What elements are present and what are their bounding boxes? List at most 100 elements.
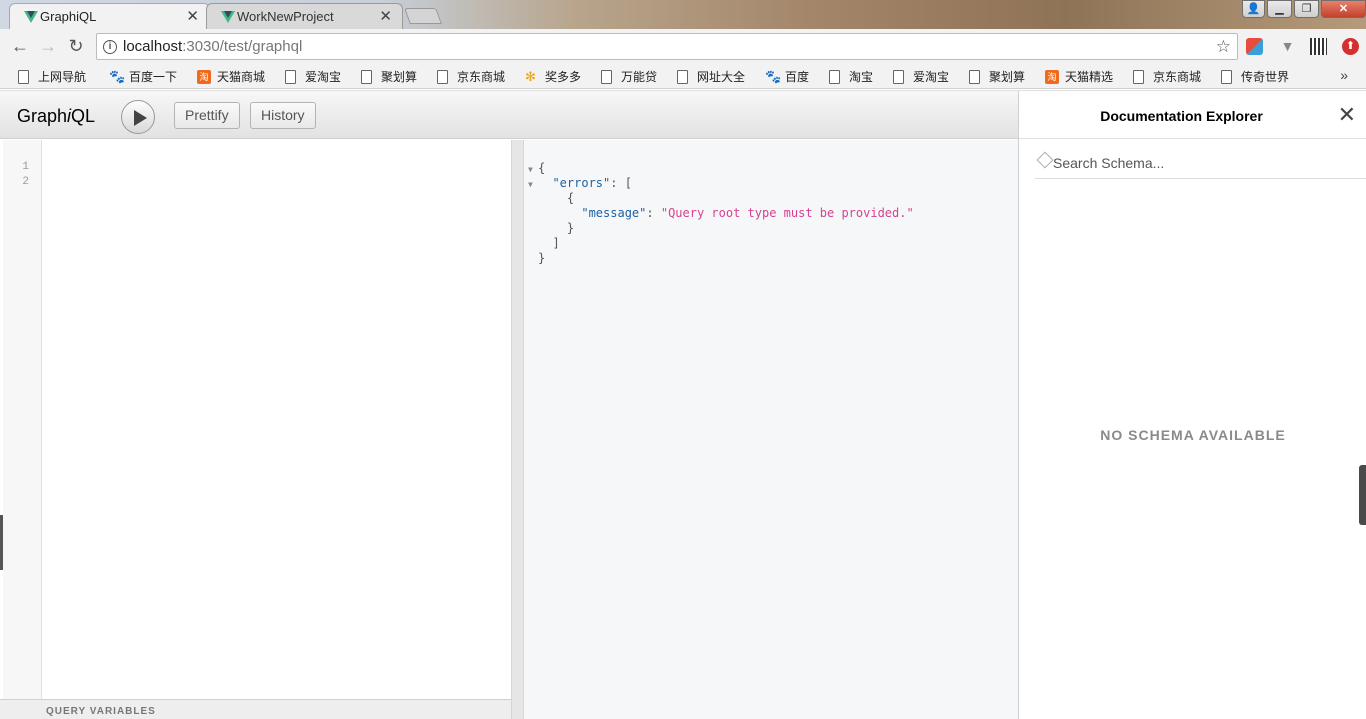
qr-code-icon[interactable] <box>1310 38 1327 55</box>
result-line: { <box>528 191 574 206</box>
bookmark-item[interactable]: 爱淘宝 <box>891 68 949 86</box>
vue-logo-icon <box>221 11 235 23</box>
bookmark-label: 聚划算 <box>989 70 1026 84</box>
browser-toolbar: ← → ↻ i localhost:3030/test/graphql ☆ ▼ … <box>0 29 1366 64</box>
bookmark-item[interactable]: 🐾 百度 <box>763 68 809 86</box>
baidu-paw-icon: 🐾 <box>109 69 126 84</box>
play-icon <box>134 110 147 126</box>
bookmark-item[interactable]: 万能贷 <box>599 68 657 86</box>
close-icon[interactable]: ✕ <box>1338 104 1356 126</box>
taobao-icon: 淘 <box>1045 70 1059 84</box>
bookmark-label: 爱淘宝 <box>913 70 950 84</box>
forward-arrow-icon[interactable]: → <box>36 35 60 59</box>
page-icon <box>969 70 980 84</box>
search-icon <box>1036 151 1054 169</box>
minimize-button[interactable]: ▁ <box>1267 0 1292 18</box>
chevron-double-right-icon[interactable]: » <box>1340 67 1348 83</box>
fold-arrow-icon[interactable]: ▼ <box>528 177 538 192</box>
user-icon[interactable]: 👤 <box>1242 0 1265 18</box>
extension-colorful-icon[interactable] <box>1246 38 1263 55</box>
extension-v-icon[interactable]: ▼ <box>1279 38 1296 55</box>
editor-resize-handle[interactable] <box>511 140 524 719</box>
back-arrow-icon[interactable]: ← <box>8 35 32 59</box>
tab-title: WorkNewProject <box>237 9 334 24</box>
fold-arrow-icon[interactable]: ▼ <box>528 162 538 177</box>
bookmark-label: 天猫商城 <box>217 70 266 84</box>
json-punct: [ <box>624 176 632 190</box>
json-punct: { <box>538 161 546 175</box>
search-schema-input[interactable] <box>1053 149 1353 177</box>
bookmark-item[interactable]: 聚划算 <box>967 68 1025 86</box>
result-line: } <box>528 221 574 236</box>
new-tab-button[interactable] <box>404 8 442 24</box>
result-line: ▼ "errors": [ <box>528 176 632 192</box>
bookmark-item[interactable]: 京东商城 <box>1131 68 1201 86</box>
tab-worknewproject[interactable]: WorkNewProject ✕ <box>206 3 403 29</box>
result-line: ] <box>528 236 559 251</box>
result-viewer: ▼{ ▼ "errors": [ { "message": "Query roo… <box>524 140 1018 719</box>
baidu-paw-icon: 🐾 <box>765 69 782 84</box>
bookmark-item[interactable]: 网址大全 <box>675 68 745 86</box>
bookmark-label: 天猫精选 <box>1065 70 1114 84</box>
bookmark-label: 淘宝 <box>849 70 874 84</box>
graphiql-topbar: GraphiQL Prettify History <box>0 91 1018 139</box>
line-number-gutter: 1 2 <box>3 140 42 700</box>
history-button[interactable]: History <box>250 102 316 129</box>
bookmark-item[interactable]: 京东商城 <box>435 68 505 86</box>
scroll-handle[interactable] <box>1359 465 1366 525</box>
maximize-button[interactable]: ❐ <box>1294 0 1319 18</box>
window-controls: 👤 ▁ ❐ ✕ <box>1242 0 1366 19</box>
bookmark-label: 京东商城 <box>457 70 506 84</box>
page-icon <box>677 70 688 84</box>
documentation-explorer: Documentation Explorer ✕ NO SCHEMA AVAIL… <box>1018 91 1366 719</box>
address-bar[interactable]: i localhost:3030/test/graphql ☆ <box>96 33 1238 60</box>
bookmark-item[interactable]: 淘宝 <box>827 68 873 86</box>
taobao-icon: 淘 <box>197 70 211 84</box>
info-icon[interactable]: i <box>103 40 117 54</box>
logo-part: Graph <box>17 106 68 126</box>
line-number: 1 <box>22 161 29 173</box>
query-variables-header[interactable]: QUERY VARIABLES <box>0 699 511 719</box>
result-line: ▼{ <box>528 161 545 177</box>
query-editor[interactable]: 1 2 QUERY VARIABLES <box>0 140 511 719</box>
bookmark-item[interactable]: ✻ 奖多多 <box>523 68 581 86</box>
url-path: :3030/test/graphql <box>182 38 303 55</box>
bookmark-item[interactable]: 🐾 百度一下 <box>107 68 177 86</box>
divider <box>1019 138 1366 139</box>
tab-close-icon[interactable]: ✕ <box>186 4 199 29</box>
url-text[interactable]: localhost:3030/test/graphql <box>123 34 302 59</box>
bookmark-item[interactable]: 上网导航 <box>16 68 86 86</box>
bookmark-item[interactable]: 爱淘宝 <box>283 68 341 86</box>
execute-query-button[interactable] <box>121 100 155 134</box>
bookmark-star-icon[interactable]: ☆ <box>1216 34 1231 59</box>
extension-red-icon[interactable]: ⬆ <box>1342 38 1359 55</box>
bookmark-item[interactable]: 聚划算 <box>359 68 417 86</box>
bookmark-item[interactable]: 淘天猫精选 <box>1043 68 1113 86</box>
bookmark-label: 爱淘宝 <box>305 70 342 84</box>
tab-close-icon[interactable]: ✕ <box>379 4 392 29</box>
no-schema-message: NO SCHEMA AVAILABLE <box>1100 427 1286 443</box>
bookmark-label: 京东商城 <box>1153 70 1202 84</box>
vue-logo-icon <box>24 11 38 23</box>
title-bar: GraphiQL ✕ WorkNewProject ✕ 👤 ▁ ❐ ✕ <box>0 0 1366 29</box>
page-icon <box>893 70 904 84</box>
logo-part: QL <box>71 106 96 126</box>
graphiql-logo: GraphiQL <box>17 106 95 127</box>
docs-title: Documentation Explorer <box>1100 108 1263 124</box>
tab-graphiql[interactable]: GraphiQL ✕ <box>9 3 210 29</box>
bookmark-label: 百度一下 <box>129 70 178 84</box>
bookmark-item[interactable]: 传奇世界 <box>1219 68 1289 86</box>
page-icon <box>829 70 840 84</box>
json-punct: } <box>566 221 575 235</box>
bookmarks-bar: 上网导航 🐾 百度一下 淘天猫商城 爱淘宝 聚划算 京东商城 ✻ 奖多多 万能贷 网… <box>0 64 1366 89</box>
schema-search <box>1035 149 1366 179</box>
bookmark-item[interactable]: 淘天猫商城 <box>195 68 265 86</box>
reload-icon[interactable]: ↻ <box>64 35 88 59</box>
bookmark-label: 百度 <box>785 70 810 84</box>
close-window-button[interactable]: ✕ <box>1321 0 1366 18</box>
prettify-button[interactable]: Prettify <box>174 102 240 129</box>
bookmark-label: 奖多多 <box>545 70 582 84</box>
bookmark-label: 万能贷 <box>621 70 658 84</box>
page-icon <box>285 70 296 84</box>
graphiql-app: GraphiQL Prettify History 1 2 QUERY VARI… <box>0 90 1366 719</box>
